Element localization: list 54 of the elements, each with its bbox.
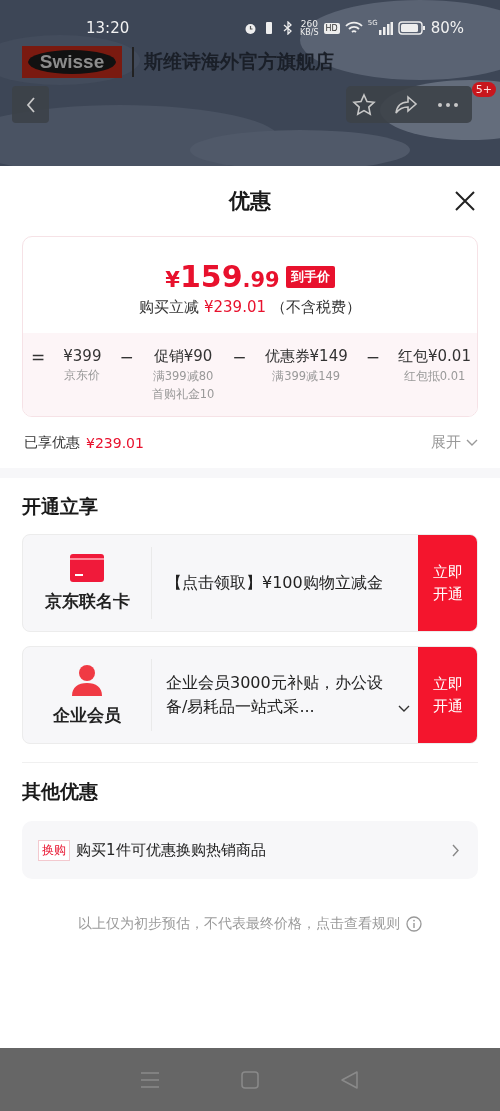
breakdown-detail: 红包抵0.01: [403, 369, 466, 384]
final-price: ¥159.99: [165, 259, 280, 294]
battery-level: 80%: [430, 19, 464, 37]
breakdown-detail: 满399减149: [272, 369, 341, 384]
breakdown-detail: 京东价: [64, 368, 101, 383]
offer-name: 企业会员: [53, 703, 121, 727]
info-icon[interactable]: [406, 916, 422, 932]
operator: −: [365, 347, 380, 367]
breakdown-amount: 促销¥90: [153, 347, 213, 366]
offer-description: 【点击领取】¥100购物立减金: [166, 572, 384, 594]
card-icon: [70, 553, 104, 582]
breakdown-amount: 红包¥0.01: [398, 347, 471, 366]
operator: −: [232, 347, 247, 367]
saving-label: 购买立减: [139, 298, 199, 317]
sheet-title: 优惠: [229, 188, 271, 215]
signal-icon: [378, 21, 393, 35]
saving-amount: ¥239.01: [204, 298, 266, 317]
store-logo: Swisse: [22, 46, 122, 78]
disclaimer-text[interactable]: 以上仅为初步预估，不代表最终价格，点击查看规则: [78, 915, 400, 933]
breakdown-detail: 满399减80: [152, 369, 214, 384]
offer-text: 购买1件可优惠换购热销商品: [76, 840, 266, 860]
chevron-down-icon: [466, 438, 478, 447]
price-tag: 到手价: [285, 265, 335, 288]
breakdown-amount: 优惠券¥149: [264, 347, 348, 366]
offer-name: 京东联名卡: [44, 589, 130, 613]
operator: −: [119, 347, 134, 367]
operator: =: [31, 347, 46, 367]
wifi-icon: [344, 21, 363, 35]
star-icon[interactable]: [352, 92, 376, 117]
offer-tag: 换购: [38, 839, 70, 861]
chevron-right-icon: [452, 843, 460, 857]
chevron-down-icon[interactable]: [398, 705, 410, 713]
person-icon: [71, 663, 103, 696]
close-icon: [454, 190, 476, 212]
battery-icon: [397, 21, 426, 35]
activate-button[interactable]: 立即开通: [418, 647, 477, 743]
chevron-left-icon: [24, 95, 37, 114]
close-button[interactable]: [454, 190, 476, 212]
section-title: 开通立享: [22, 494, 99, 519]
enjoyed-label: 已享优惠: [24, 433, 80, 452]
activate-button[interactable]: 立即开通: [418, 535, 477, 631]
breakdown-amount: ¥399: [63, 347, 102, 365]
section-title: 其他优惠: [22, 779, 99, 804]
hd-badge: HD: [323, 22, 340, 34]
back-button[interactable]: [12, 86, 49, 123]
alarm-icon: [244, 21, 258, 35]
offer-description: 企业会员3000元补贴，办公设备/易耗品一站式采...: [166, 672, 384, 718]
offer-row[interactable]: 换购 购买1件可优惠换购热销商品: [22, 821, 478, 879]
status-time: 13:20: [86, 19, 130, 37]
enjoyed-amount: ¥239.01: [86, 434, 144, 451]
network-speed: 260 KB/S: [300, 19, 319, 37]
breakdown-detail: 首购礼金10: [151, 387, 215, 402]
tax-note: （不含税费）: [271, 298, 361, 317]
expand-button[interactable]: 展开: [431, 433, 478, 452]
